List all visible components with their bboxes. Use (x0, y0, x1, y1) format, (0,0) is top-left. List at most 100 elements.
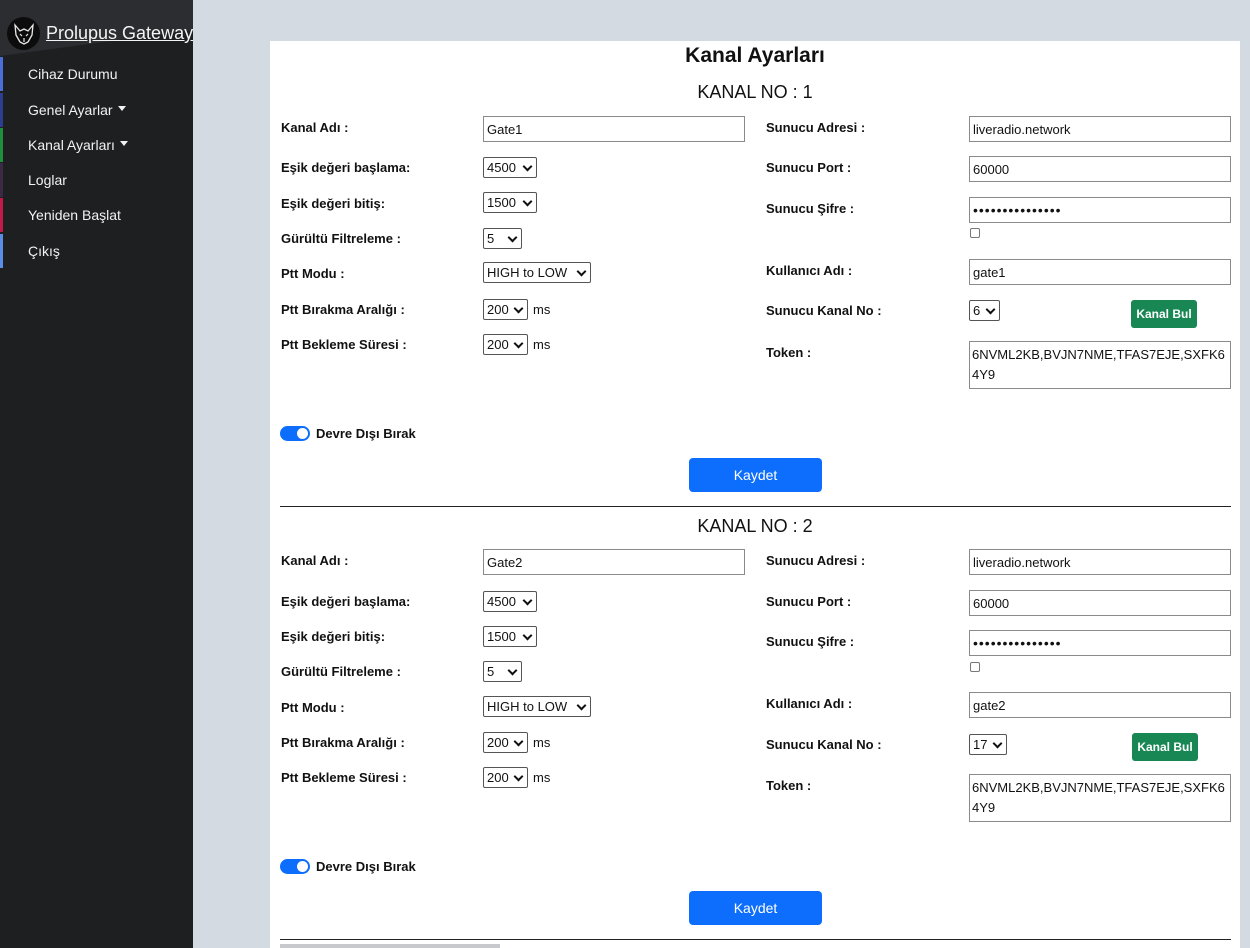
disable-toggle[interactable] (280, 426, 310, 441)
wolf-logo-icon (7, 17, 40, 50)
sunucu-kanal-no-select[interactable]: 6 (969, 300, 1000, 321)
section-divider (280, 506, 1231, 507)
sidebar: Prolupus Gateway Cihaz Durumu Genel Ayar… (0, 0, 193, 948)
page-title: Kanal Ayarları (685, 44, 825, 67)
sunucu-kanal-no-select[interactable]: 17 (969, 734, 1007, 755)
sidebar-item-cihaz-durumu[interactable]: Cihaz Durumu (0, 57, 193, 91)
kanal-adi-label: Kanal Adı : (281, 120, 349, 135)
select-value: 17 (973, 737, 988, 752)
kullanici-adi-input[interactable] (969, 259, 1231, 285)
kanal-adi-input[interactable] (483, 549, 745, 575)
sidebar-item-yeniden-baslat[interactable]: Yeniden Başlat (0, 198, 193, 232)
sunucu-adresi-label: Sunucu Adresi : (766, 553, 866, 568)
sunucu-sifre-input[interactable]: ••••••••••••••• (969, 197, 1231, 223)
gurultu-label: Gürültü Filtreleme : (281, 664, 401, 679)
select-value: 1500 (487, 195, 516, 210)
horizontal-scrollbar[interactable] (280, 944, 500, 948)
sunucu-port-input[interactable] (969, 156, 1231, 182)
esik-bitis-select[interactable]: 1500 (483, 192, 537, 213)
sidebar-item-label: Yeniden Başlat (28, 207, 121, 223)
esik-bitis-label: Eşik değeri bitiş: (281, 629, 386, 644)
show-password-checkbox[interactable] (970, 228, 980, 238)
disable-toggle[interactable] (280, 859, 310, 874)
kanal-bul-button[interactable]: Kanal Bul (1132, 733, 1198, 761)
brand[interactable]: Prolupus Gateway (7, 17, 193, 50)
kullanici-adi-label: Kullanıcı Adı : (766, 696, 853, 711)
select-value: HIGH to LOW (487, 699, 568, 714)
password-dots: ••••••••••••••• (973, 635, 1062, 651)
ptt-modu-label: Ptt Modu : (281, 266, 345, 281)
sidebar-item-label: Genel Ayarlar (28, 102, 113, 118)
kanal-bul-button[interactable]: Kanal Bul (1131, 300, 1197, 328)
sunucu-kanal-no-label: Sunucu Kanal No : (766, 303, 882, 318)
sunucu-port-label: Sunucu Port : (766, 160, 852, 175)
password-dots: ••••••••••••••• (973, 202, 1062, 218)
select-value: 6 (973, 303, 981, 318)
ptt-bekleme-label: Ptt Bekleme Süresi : (281, 337, 407, 352)
save-button[interactable]: Kaydet (689, 891, 822, 925)
sunucu-sifre-input[interactable]: ••••••••••••••• (969, 630, 1231, 656)
esik-bitis-label: Eşik değeri bitiş: (281, 196, 386, 211)
kanal-adi-input[interactable] (483, 116, 745, 142)
unit-label: ms (533, 302, 551, 317)
unit-label: ms (533, 735, 551, 750)
show-password-checkbox[interactable] (970, 662, 980, 672)
ptt-birakma-select[interactable]: 200 (483, 732, 528, 753)
token-textarea[interactable]: 6NVML2KB,BVJN7NME,TFAS7EJE,SXFK64Y9 (969, 774, 1231, 822)
sidebar-item-kanal-ayarlari[interactable]: Kanal Ayarları (0, 128, 193, 162)
save-button[interactable]: Kaydet (689, 458, 822, 492)
select-value: 200 (487, 302, 509, 317)
ptt-modu-select[interactable]: HIGH to LOW (483, 262, 591, 283)
select-value: 200 (487, 770, 509, 785)
token-label: Token : (766, 778, 812, 793)
select-value: 1500 (487, 629, 516, 644)
sidebar-item-label: Loglar (28, 172, 67, 188)
sidebar-item-loglar[interactable]: Loglar (0, 163, 193, 197)
app-title[interactable]: Prolupus Gateway (46, 23, 193, 44)
ptt-bekleme-label: Ptt Bekleme Süresi : (281, 770, 407, 785)
esik-baslama-select[interactable]: 4500 (483, 157, 537, 178)
ptt-birakma-select[interactable]: 200 (483, 299, 528, 320)
settings-card: Kanal Ayarları KANAL NO : 1 Kanal Adı : … (270, 41, 1240, 948)
caret-down-icon (117, 105, 126, 111)
ptt-birakma-label: Ptt Bırakma Aralığı : (281, 302, 405, 317)
kullanici-adi-label: Kullanıcı Adı : (766, 263, 853, 278)
channel-title: KANAL NO : 1 (697, 82, 813, 102)
gurultu-label: Gürültü Filtreleme : (281, 231, 401, 246)
ptt-modu-label: Ptt Modu : (281, 700, 345, 715)
kanal-adi-label: Kanal Adı : (281, 553, 349, 568)
caret-down-icon (119, 140, 128, 146)
sidebar-item-genel-ayarlar[interactable]: Genel Ayarlar (0, 93, 193, 127)
sunucu-port-label: Sunucu Port : (766, 594, 852, 609)
esik-baslama-label: Eşik değeri başlama: (281, 160, 411, 175)
esik-baslama-select[interactable]: 4500 (483, 591, 537, 612)
ptt-bekleme-select[interactable]: 200 (483, 767, 528, 788)
ptt-modu-select[interactable]: HIGH to LOW (483, 696, 591, 717)
sunucu-sifre-label: Sunucu Şifre : (766, 634, 855, 649)
unit-label: ms (533, 337, 551, 352)
sunucu-kanal-no-label: Sunucu Kanal No : (766, 737, 882, 752)
select-value: HIGH to LOW (487, 265, 568, 280)
sunucu-adresi-input[interactable] (969, 116, 1231, 142)
select-value: 200 (487, 337, 509, 352)
select-value: 4500 (487, 160, 516, 175)
select-value: 5 (487, 664, 495, 679)
channel-title: KANAL NO : 2 (697, 516, 813, 536)
gurultu-select[interactable]: 5 (483, 228, 522, 249)
kullanici-adi-input[interactable] (969, 692, 1231, 718)
sunucu-adresi-input[interactable] (969, 549, 1231, 575)
gurultu-select[interactable]: 5 (483, 661, 522, 682)
disable-label: Devre Dışı Bırak (316, 426, 416, 441)
token-textarea[interactable]: 6NVML2KB,BVJN7NME,TFAS7EJE,SXFK64Y9 (969, 341, 1231, 389)
sidebar-item-cikis[interactable]: Çıkış (0, 234, 193, 268)
sidebar-item-label: Çıkış (28, 243, 60, 259)
sidebar-item-label: Kanal Ayarları (28, 137, 115, 153)
unit-label: ms (533, 770, 551, 785)
sunucu-port-input[interactable] (969, 590, 1231, 616)
ptt-bekleme-select[interactable]: 200 (483, 334, 528, 355)
sidebar-item-label: Cihaz Durumu (28, 66, 118, 82)
sunucu-adresi-label: Sunucu Adresi : (766, 120, 866, 135)
section-divider (280, 939, 1231, 940)
select-value: 5 (487, 231, 495, 246)
esik-bitis-select[interactable]: 1500 (483, 626, 537, 647)
